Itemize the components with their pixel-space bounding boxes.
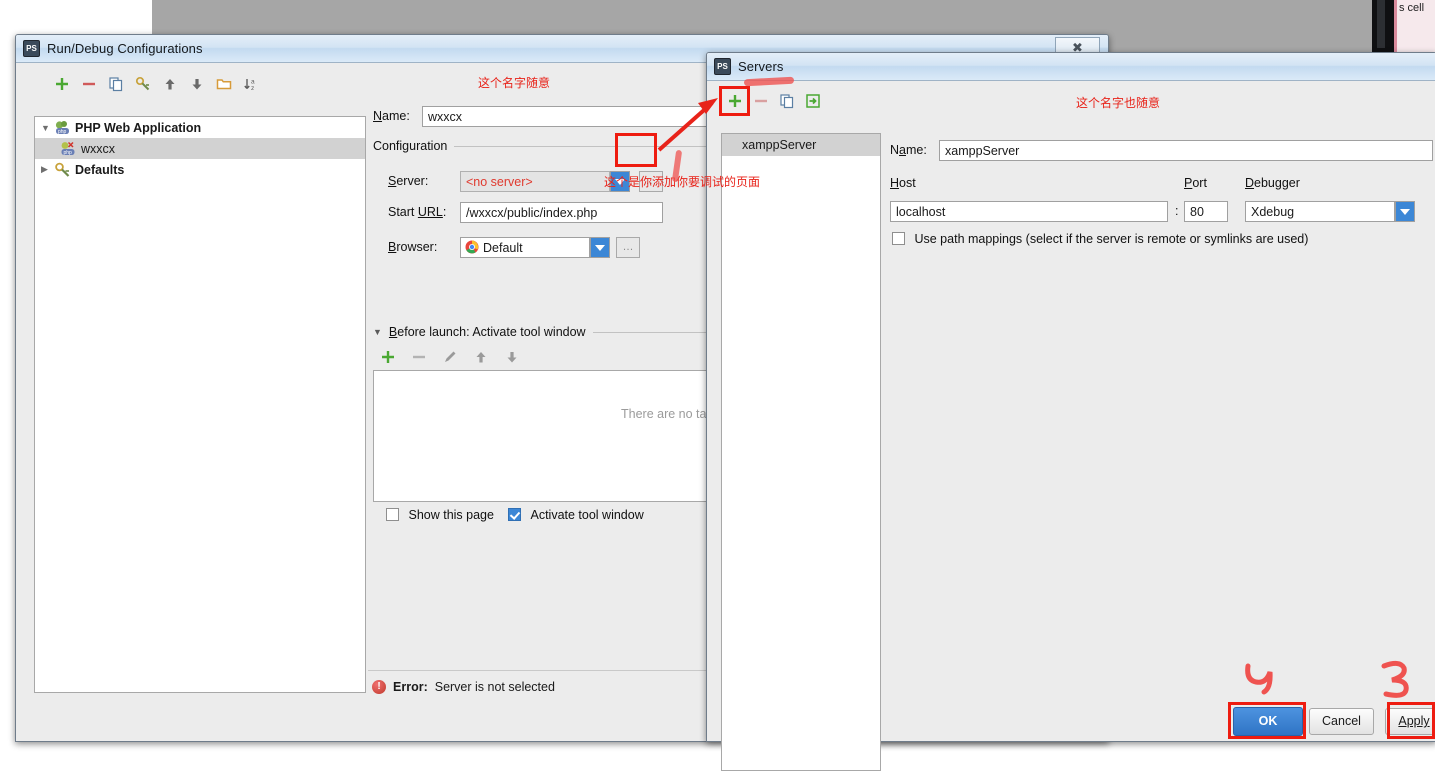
import-server-button[interactable] — [805, 93, 821, 109]
servers-dialog-title: Servers — [738, 59, 784, 74]
checkbox-box[interactable] — [386, 508, 399, 521]
cancel-button[interactable]: Cancel — [1309, 708, 1374, 735]
chevron-right-icon[interactable]: ▶ — [41, 164, 54, 175]
svg-text:php: php — [58, 129, 67, 135]
defaults-icon — [54, 162, 71, 177]
name-label-rest: ame: — [382, 109, 410, 123]
add-task-button[interactable] — [380, 349, 396, 365]
tree-item-label: Defaults — [75, 162, 125, 177]
copy-server-button[interactable] — [779, 93, 795, 109]
browser-browse-button[interactable]: … — [616, 237, 640, 258]
annotation-box-add-server — [719, 86, 750, 116]
host-label: Host — [890, 176, 916, 190]
php-config-icon: php — [60, 141, 77, 156]
host-input[interactable]: localhost — [890, 201, 1168, 222]
task-move-up-button — [473, 349, 489, 365]
tree-item-label: wxxcx — [81, 141, 116, 156]
ide-right-dark-inner — [1377, 0, 1385, 48]
servers-dialog-body: xamppServer Name: xamppServer Host Port … — [707, 81, 1435, 771]
annotation-name-note: 这个名字随意 — [478, 76, 551, 90]
phpstorm-icon: PS — [23, 40, 40, 57]
remove-server-button — [753, 93, 769, 109]
configuration-group-label: Configuration — [373, 139, 448, 153]
tree-item-wxxcx[interactable]: php wxxcx — [35, 138, 365, 159]
annotation-box-apply — [1387, 702, 1435, 739]
task-move-down-button — [504, 349, 520, 365]
before-launch-label: Before launch: Activate tool window — [388, 325, 586, 339]
before-launch-toolbar — [380, 349, 520, 365]
new-folder-button[interactable] — [216, 76, 232, 92]
configurations-tree[interactable]: ▼ php PHP Web Application php wxxcx ▶ De… — [34, 116, 366, 693]
tree-item-defaults[interactable]: ▶ Defaults — [35, 159, 365, 180]
configurations-toolbar: a z — [54, 76, 259, 92]
error-icon: ! — [372, 680, 386, 694]
activate-tool-window-checkbox[interactable]: Activate tool window — [508, 508, 644, 522]
servers-list[interactable]: xamppServer — [721, 133, 881, 771]
servers-dialog-titlebar: PS Servers — [707, 53, 1435, 81]
save-configuration-button[interactable] — [135, 76, 151, 92]
phpstorm-icon: PS — [714, 58, 731, 75]
debugger-label: Debugger — [1245, 176, 1300, 190]
annotation-start-url-note: 这个是你添加你要调试的页面 — [604, 175, 761, 189]
list-item[interactable]: xamppServer — [722, 134, 880, 156]
use-path-mappings-checkbox[interactable]: Use path mappings (select if the server … — [892, 232, 1308, 246]
php-web-app-icon: php — [54, 120, 71, 135]
move-up-button[interactable] — [162, 76, 178, 92]
checkbox-box[interactable] — [892, 232, 905, 245]
sort-alphabetically-button[interactable]: a z — [243, 76, 259, 92]
debugger-select-value[interactable]: Xdebug — [1245, 201, 1395, 222]
edit-task-button — [442, 349, 458, 365]
port-input[interactable]: 80 — [1184, 201, 1228, 222]
host-port-separator: : — [1175, 204, 1179, 218]
move-down-button[interactable] — [189, 76, 205, 92]
error-message: ! Error: Server is not selected — [372, 680, 555, 694]
name-label: Name: — [373, 109, 410, 123]
browser-select-value[interactable]: Default — [460, 237, 590, 258]
show-this-page-checkbox[interactable]: Show this page — [386, 508, 494, 522]
annotation-box-server-browse — [615, 133, 657, 167]
tree-item-php-web-application[interactable]: ▼ php PHP Web Application — [35, 117, 365, 138]
tree-item-label: PHP Web Application — [75, 120, 202, 135]
chevron-down-icon[interactable]: ▼ — [41, 123, 54, 133]
start-url-label: Start URL: — [388, 205, 447, 219]
start-url-input[interactable]: /wxxcx/public/index.php — [460, 202, 663, 223]
server-select-value[interactable]: <no server> — [460, 171, 610, 192]
background-corner-text: s cell — [1399, 2, 1425, 14]
svg-text:php: php — [64, 150, 73, 156]
run-dialog-title: Run/Debug Configurations — [47, 41, 203, 56]
servers-dialog[interactable]: PS Servers xamppServer Name: xamppServer… — [706, 52, 1435, 771]
activate-tool-window-label: Activate tool window — [530, 508, 644, 522]
show-this-page-label: Show this page — [408, 508, 494, 522]
server-name-input[interactable]: xamppServer — [939, 140, 1433, 161]
port-label: Port — [1184, 176, 1207, 190]
use-path-mappings-label: Use path mappings (select if the server … — [914, 232, 1309, 246]
error-text: Server is not selected — [434, 680, 555, 694]
remove-task-button — [411, 349, 427, 365]
checkbox-box-checked[interactable] — [508, 508, 521, 521]
server-name-label: Name: — [890, 143, 927, 157]
chrome-icon — [465, 240, 479, 257]
annotation-box-ok — [1228, 702, 1306, 739]
copy-configuration-button[interactable] — [108, 76, 124, 92]
remove-configuration-button[interactable] — [81, 76, 97, 92]
server-label: Server: — [388, 174, 429, 188]
collapse-triangle-icon[interactable]: ▼ — [373, 327, 382, 337]
no-tasks-placeholder: There are no tas — [621, 407, 713, 421]
svg-text:z: z — [251, 85, 254, 92]
annotation-server-name-note: 这个名字也随意 — [1076, 96, 1161, 110]
debugger-dropdown-arrow[interactable] — [1395, 201, 1415, 222]
error-prefix: Error: — [393, 680, 428, 694]
browser-label: Browser: — [388, 240, 438, 254]
browser-dropdown-arrow[interactable] — [590, 237, 610, 258]
add-configuration-button[interactable] — [54, 76, 70, 92]
